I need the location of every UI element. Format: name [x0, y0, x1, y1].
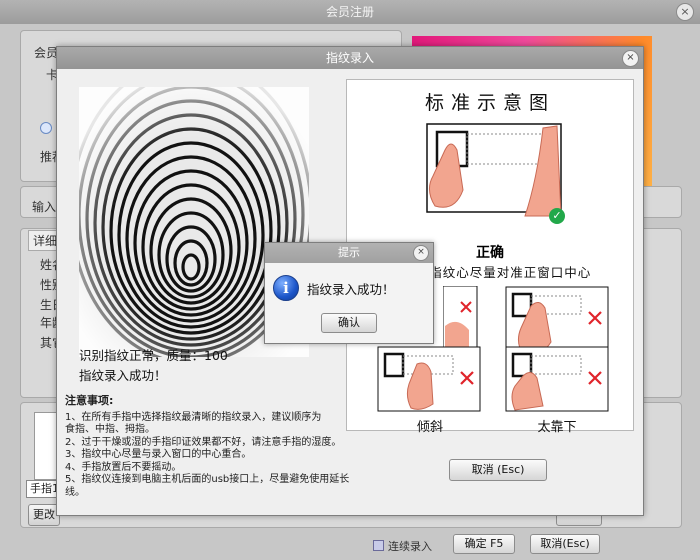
window-title-bar: 会员注册 [0, 0, 700, 24]
enroll-status: 指纹录入成功！ [79, 368, 167, 383]
wrong-illustration-4 [505, 346, 609, 412]
prompt-ok-button[interactable]: 确认 [321, 313, 377, 333]
correct-finger-illustration [426, 123, 562, 217]
continuous-label: 连续录入 [388, 540, 432, 553]
note-line: 2、过于干燥或湿的手指印证效果都不好，请注意手指的湿度。 [65, 436, 342, 448]
window-title: 会员注册 [325, 5, 374, 19]
wrong-label-4: 太靠下 [537, 420, 577, 435]
dialog-close-icon[interactable]: × [622, 50, 639, 67]
dialog-title-bar: 指纹录入 [57, 47, 643, 69]
recognition-status: 识别指纹正常，质量：100 [79, 348, 228, 363]
radio-button[interactable] [40, 122, 52, 134]
prompt-title-bar: 提示 [265, 243, 433, 263]
prompt-close-icon[interactable]: × [413, 245, 429, 261]
note-line: 1、在所有手指中选择指纹最清晰的指纹录入，建议顺序为 [65, 411, 322, 423]
guide-title: 标准示意图 [424, 92, 555, 114]
notes-section: 注意事项: 1、在所有手指中选择指纹最清晰的指纹录入，建议顺序为 食指、中指、拇… [65, 394, 365, 499]
check-icon: ✓ [549, 208, 565, 224]
notes-title: 注意事项: [65, 394, 114, 407]
wrong-label-3: 倾斜 [416, 420, 443, 435]
dialog-cancel-button[interactable]: 取消 (Esc) [449, 459, 547, 481]
window-close-icon[interactable]: × [676, 3, 694, 21]
note-line: 4、手指放置后不要摇动。 [65, 461, 182, 473]
dialog-title: 指纹录入 [325, 51, 374, 65]
note-line: 5、指纹仪连接到电脑主机后面的usb接口上，尽量避免使用延长线。 [65, 474, 350, 498]
note-line: 3、指纹中心尽量与录入窗口的中心重合。 [65, 449, 252, 460]
confirm-f5-button[interactable]: 确定 F5 [453, 534, 515, 554]
prompt-dialog: 提示 × i 指纹录入成功！ 确认 [264, 242, 434, 344]
finger-thumbnail [34, 412, 58, 480]
member-label: 会员 [34, 46, 59, 60]
wrong-illustration-1 [443, 286, 478, 351]
wrong-illustration-3 [377, 346, 481, 412]
prompt-message: 指纹录入成功！ [307, 282, 395, 297]
cancel-esc-button[interactable]: 取消(Esc) [530, 534, 600, 554]
note-line: 食指、中指、拇指。 [65, 424, 155, 435]
continuous-checkbox[interactable] [373, 540, 384, 551]
prompt-title: 提示 [338, 246, 360, 259]
info-icon: i [273, 275, 299, 301]
